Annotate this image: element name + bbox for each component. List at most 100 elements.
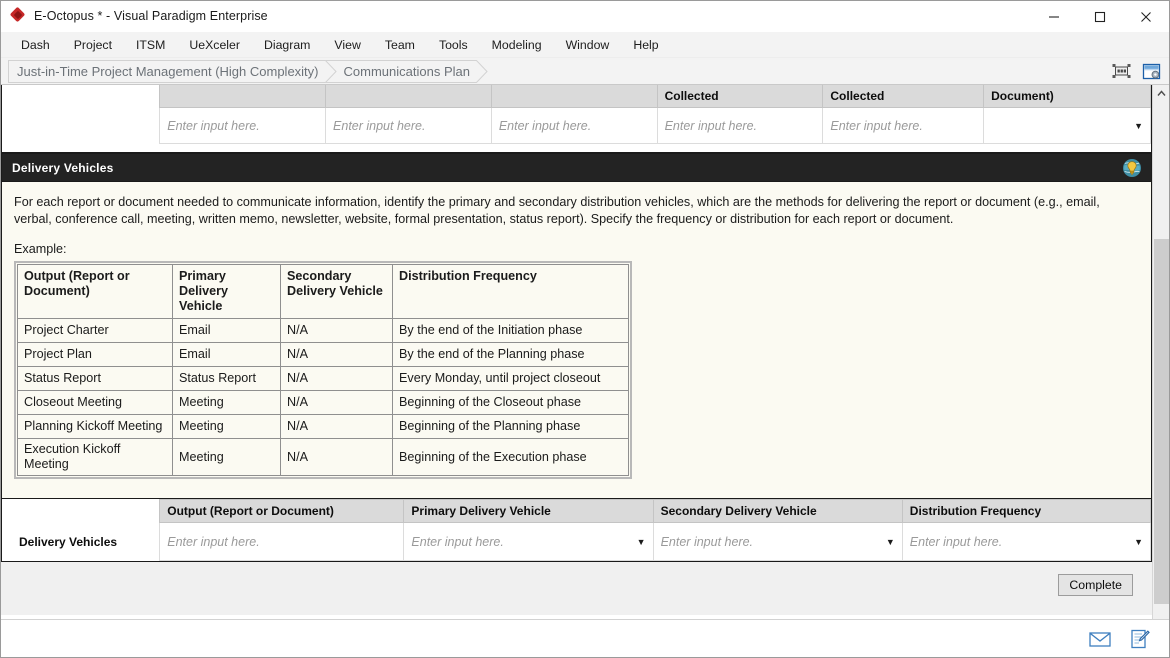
example-column-header-output: Output (Report or Document) [18,265,173,319]
example-table-row: Project Plan Email N/A By the end of the… [18,343,629,367]
previous-section-form-panel: Collected Collected Document) Enter inpu… [1,85,1152,153]
input-placeholder: Enter input here. [167,119,259,133]
example-cell-secondary: N/A [281,319,393,343]
minimize-button[interactable] [1031,1,1077,32]
example-cell-frequency: Every Monday, until project closeout [393,367,629,391]
input-placeholder: Enter input here. [499,119,591,133]
example-header-row: Output (Report or Document) Primary Deli… [18,265,629,319]
example-cell-frequency: By the end of the Initiation phase [393,319,629,343]
section-header: Delivery Vehicles [2,153,1151,182]
menu-item-project[interactable]: Project [62,34,124,56]
table-row: Enter input here. Enter input here. Ente… [2,108,1151,144]
chevron-down-icon[interactable]: ▼ [637,537,646,547]
example-cell-output: Project Plan [18,343,173,367]
mail-envelope-icon[interactable] [1087,627,1113,651]
column-header[interactable] [491,85,657,108]
input-cell[interactable]: Enter input here. [160,108,326,144]
menu-item-dash[interactable]: Dash [9,34,62,56]
example-cell-frequency: By the end of the Planning phase [393,343,629,367]
fit-to-screen-icon[interactable] [1109,60,1133,82]
column-header[interactable] [326,85,492,108]
menu-item-window[interactable]: Window [554,34,622,56]
column-header-secondary[interactable]: Secondary Delivery Vehicle [653,500,902,523]
form-actions-bar: Complete [1,562,1152,615]
input-cell[interactable]: Enter input here. [326,108,492,144]
example-table-row: Closeout Meeting Meeting N/A Beginning o… [18,391,629,415]
form-scroll-content: Collected Collected Document) Enter inpu… [1,85,1152,646]
example-table-row: Execution Kickoff Meeting Meeting N/A Be… [18,439,629,476]
breadcrumb-tools [1109,60,1163,82]
scrollbar-thumb[interactable] [1154,239,1169,604]
panel-layout-icon[interactable] [1139,60,1163,82]
window-title: E-Octopus * - Visual Paradigm Enterprise [34,9,268,23]
column-header[interactable] [160,85,326,108]
menu-item-team[interactable]: Team [373,34,427,56]
example-cell-secondary: N/A [281,367,393,391]
menu-item-modeling[interactable]: Modeling [480,34,554,56]
primary-delivery-dropdown-cell[interactable]: Enter input here. ▼ [404,523,653,561]
input-placeholder: Enter input here. [411,535,503,549]
column-header-frequency[interactable]: Distribution Frequency [902,500,1150,523]
breadcrumb-chevron-icon [325,60,337,83]
input-placeholder: Enter input here. [333,119,425,133]
example-cell-output: Status Report [18,367,173,391]
example-cell-primary: Email [173,319,281,343]
section-description: For each report or document needed to co… [14,194,1114,228]
breadcrumb-item-label: Communications Plan [344,64,470,79]
menu-item-itsm[interactable]: ITSM [124,34,177,56]
application-window: E-Octopus * - Visual Paradigm Enterprise… [0,0,1170,658]
column-header-primary[interactable]: Primary Delivery Vehicle [404,500,653,523]
example-cell-output: Execution Kickoff Meeting [18,439,173,476]
section-title: Delivery Vehicles [2,161,113,175]
input-cell[interactable]: Enter input here. [657,108,823,144]
row-label-cell [2,108,160,144]
example-column-header-primary: Primary Delivery Vehicle [173,265,281,319]
table-header-row: Collected Collected Document) [2,85,1151,108]
delivery-vehicles-section: Delivery Vehicles [1,153,1152,499]
dropdown-cell[interactable]: ▼ [984,108,1151,144]
scroll-up-button[interactable] [1153,85,1169,102]
menu-item-tools[interactable]: Tools [427,34,480,56]
chevron-down-icon[interactable]: ▼ [1134,537,1143,547]
delivery-vehicles-input-table: Output (Report or Document) Primary Deli… [2,499,1151,561]
column-header-document[interactable]: Document) [984,85,1151,108]
complete-button[interactable]: Complete [1058,574,1133,596]
input-placeholder: Enter input here. [830,119,922,133]
chevron-down-icon[interactable]: ▼ [886,537,895,547]
input-cell[interactable]: Enter input here. [491,108,657,144]
example-cell-secondary: N/A [281,415,393,439]
section-body: For each report or document needed to co… [2,182,1151,499]
status-bar [1,619,1169,657]
chevron-down-icon[interactable]: ▼ [1134,121,1143,131]
vertical-scrollbar[interactable] [1152,85,1169,646]
example-cell-output: Project Charter [18,319,173,343]
row-label-cell: Delivery Vehicles [2,523,160,561]
breadcrumb-item-project[interactable]: Just-in-Time Project Management (High Co… [8,60,325,83]
column-header-collected[interactable]: Collected [823,85,984,108]
edit-document-icon[interactable] [1127,627,1153,651]
table-header-row: Output (Report or Document) Primary Deli… [2,500,1151,523]
secondary-delivery-dropdown-cell[interactable]: Enter input here. ▼ [653,523,902,561]
maximize-button[interactable] [1077,1,1123,32]
example-column-header-frequency: Distribution Frequency [393,265,629,319]
output-input-cell[interactable]: Enter input here. [160,523,404,561]
example-table-row: Status Report Status Report N/A Every Mo… [18,367,629,391]
close-button[interactable] [1123,1,1169,32]
breadcrumb-item-communications-plan[interactable]: Communications Plan [325,60,476,83]
example-cell-secondary: N/A [281,391,393,415]
menu-item-diagram[interactable]: Diagram [252,34,322,56]
menu-item-help[interactable]: Help [621,34,670,56]
column-header-output[interactable]: Output (Report or Document) [160,500,404,523]
breadcrumb-chevron-icon [476,60,488,83]
column-header-collected[interactable]: Collected [657,85,823,108]
example-label: Example: [14,242,1139,256]
menu-item-uexceler[interactable]: UeXceler [177,34,252,56]
row-label-header [2,500,160,523]
example-table-wrapper: Output (Report or Document) Primary Deli… [14,261,632,479]
example-cell-primary: Meeting [173,415,281,439]
distribution-frequency-dropdown-cell[interactable]: Enter input here. ▼ [902,523,1150,561]
input-cell[interactable]: Enter input here. [823,108,984,144]
hint-globe-bulb-icon[interactable] [1122,158,1142,178]
menu-item-view[interactable]: View [322,34,372,56]
example-table-row: Planning Kickoff Meeting Meeting N/A Beg… [18,415,629,439]
